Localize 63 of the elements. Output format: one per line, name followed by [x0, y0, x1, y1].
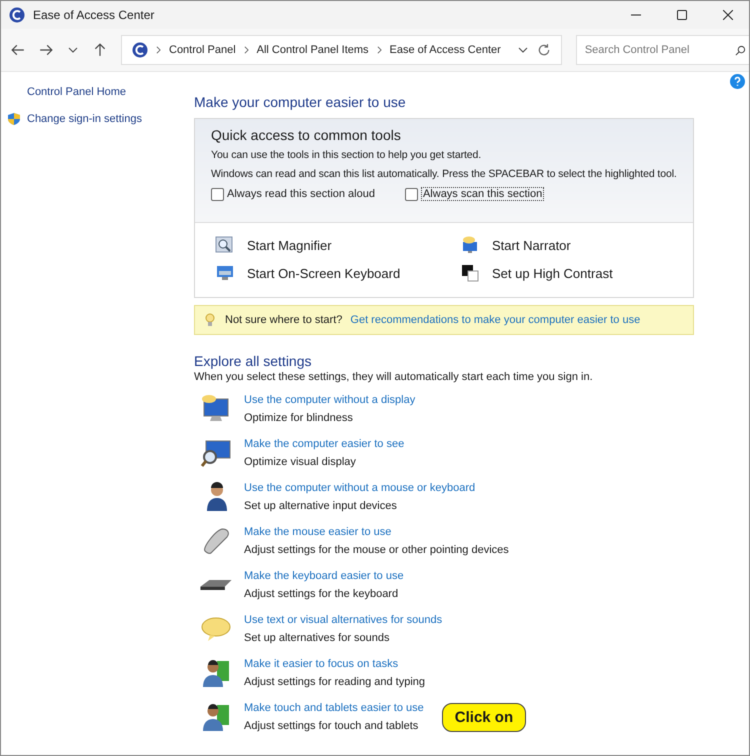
- search-field[interactable]: Search Control Panel: [576, 35, 749, 65]
- setting-link[interactable]: Use the computer without a display: [244, 394, 416, 406]
- checkbox-label[interactable]: Always scan this section: [420, 187, 544, 201]
- setting-description: Optimize for blindness: [244, 412, 353, 424]
- setting-link[interactable]: Make the computer easier to see: [244, 438, 404, 450]
- tip-text: Not sure where to start?: [225, 314, 342, 326]
- section-subtitle: When you select these settings, they will automatically start each time you sign in.: [194, 371, 594, 383]
- setting-link[interactable]: Make the keyboard easier to use: [244, 570, 404, 582]
- description-text: You can use the tools in this section to help you get started.: [211, 149, 482, 161]
- setting-link[interactable]: Make it easier to focus on tasks: [244, 658, 398, 670]
- setting-description: Adjust settings for reading and typing: [244, 676, 426, 688]
- shield-icon: [7, 112, 21, 126]
- magnifier-icon: [215, 235, 235, 255]
- setting-description: Optimize visual display: [244, 456, 356, 468]
- monitor-keyboard-icon: [215, 263, 235, 283]
- app-icon: [9, 7, 25, 23]
- setting-description: Adjust settings for the mouse or other pointing devices: [244, 544, 509, 556]
- checkbox-label[interactable]: Always read this section aloud: [227, 188, 375, 200]
- setting-description: Set up alternatives for sounds: [244, 632, 390, 644]
- setting-link[interactable]: Use the computer without a mouse or keyboard: [244, 482, 476, 494]
- address-bar[interactable]: Control Panel All Control Panel Items Ease of Access Center: [121, 35, 562, 65]
- tool-link[interactable]: Start Magnifier: [247, 238, 332, 252]
- refresh-icon[interactable]: [536, 43, 551, 57]
- keyboard-icon: [200, 580, 232, 590]
- window-title: Ease of Access Center: [33, 8, 154, 22]
- search-icon: [734, 45, 746, 56]
- page-heading: Make your computer easier to use: [194, 94, 407, 110]
- chevron-right-icon: [156, 46, 161, 54]
- description-text: Windows can read and scan this list automatically. Press the SPACEBAR to select the highlighted tool.: [211, 168, 677, 180]
- setting-link[interactable]: Use text or visual alternatives for sounds: [244, 614, 442, 626]
- chevron-right-icon: [376, 46, 382, 54]
- contrast-icon: [460, 263, 480, 283]
- monitor-speech-icon: [460, 235, 480, 255]
- setting-link[interactable]: Make the mouse easier to use: [244, 526, 392, 538]
- help-icon[interactable]: [730, 74, 745, 89]
- tool-link[interactable]: Set up High Contrast: [492, 266, 613, 280]
- tool-link[interactable]: Start Narrator: [492, 238, 571, 252]
- people-icon: [200, 657, 232, 689]
- section-heading: Explore all settings: [194, 353, 313, 369]
- forward-arrow-icon[interactable]: [39, 43, 53, 57]
- setting-link[interactable]: Make touch and tablets easier to use: [244, 702, 424, 714]
- setting-description: Adjust settings for the keyboard: [244, 588, 398, 600]
- back-arrow-icon[interactable]: [11, 43, 25, 57]
- control-panel-icon: [132, 42, 148, 58]
- checkbox[interactable]: [211, 188, 224, 200]
- breadcrumb[interactable]: All Control Panel Items: [256, 44, 369, 56]
- breadcrumb[interactable]: Control Panel: [169, 44, 236, 56]
- setting-description: Set up alternative input devices: [244, 500, 397, 512]
- recommendations-link[interactable]: Get recommendations to make your computer easier to use: [350, 314, 640, 326]
- lightbulb-icon: [203, 313, 217, 327]
- section-title: Quick access to common tools: [211, 127, 402, 143]
- close-icon[interactable]: [723, 10, 733, 20]
- sidebar-link[interactable]: Change sign-in settings: [27, 113, 142, 125]
- maximize-icon[interactable]: [677, 10, 687, 20]
- breadcrumb[interactable]: Ease of Access Center: [390, 44, 501, 56]
- chevron-right-icon: [244, 46, 249, 54]
- up-arrow-icon[interactable]: [93, 43, 107, 57]
- sidebar-link[interactable]: Control Panel Home: [27, 86, 126, 98]
- tool-link[interactable]: Start On-Screen Keyboard: [247, 266, 400, 280]
- setting-description: Adjust settings for touch and tablets: [244, 720, 418, 732]
- callout: Click on: [442, 702, 526, 732]
- people-icon: [200, 701, 232, 733]
- checkbox[interactable]: [404, 188, 418, 200]
